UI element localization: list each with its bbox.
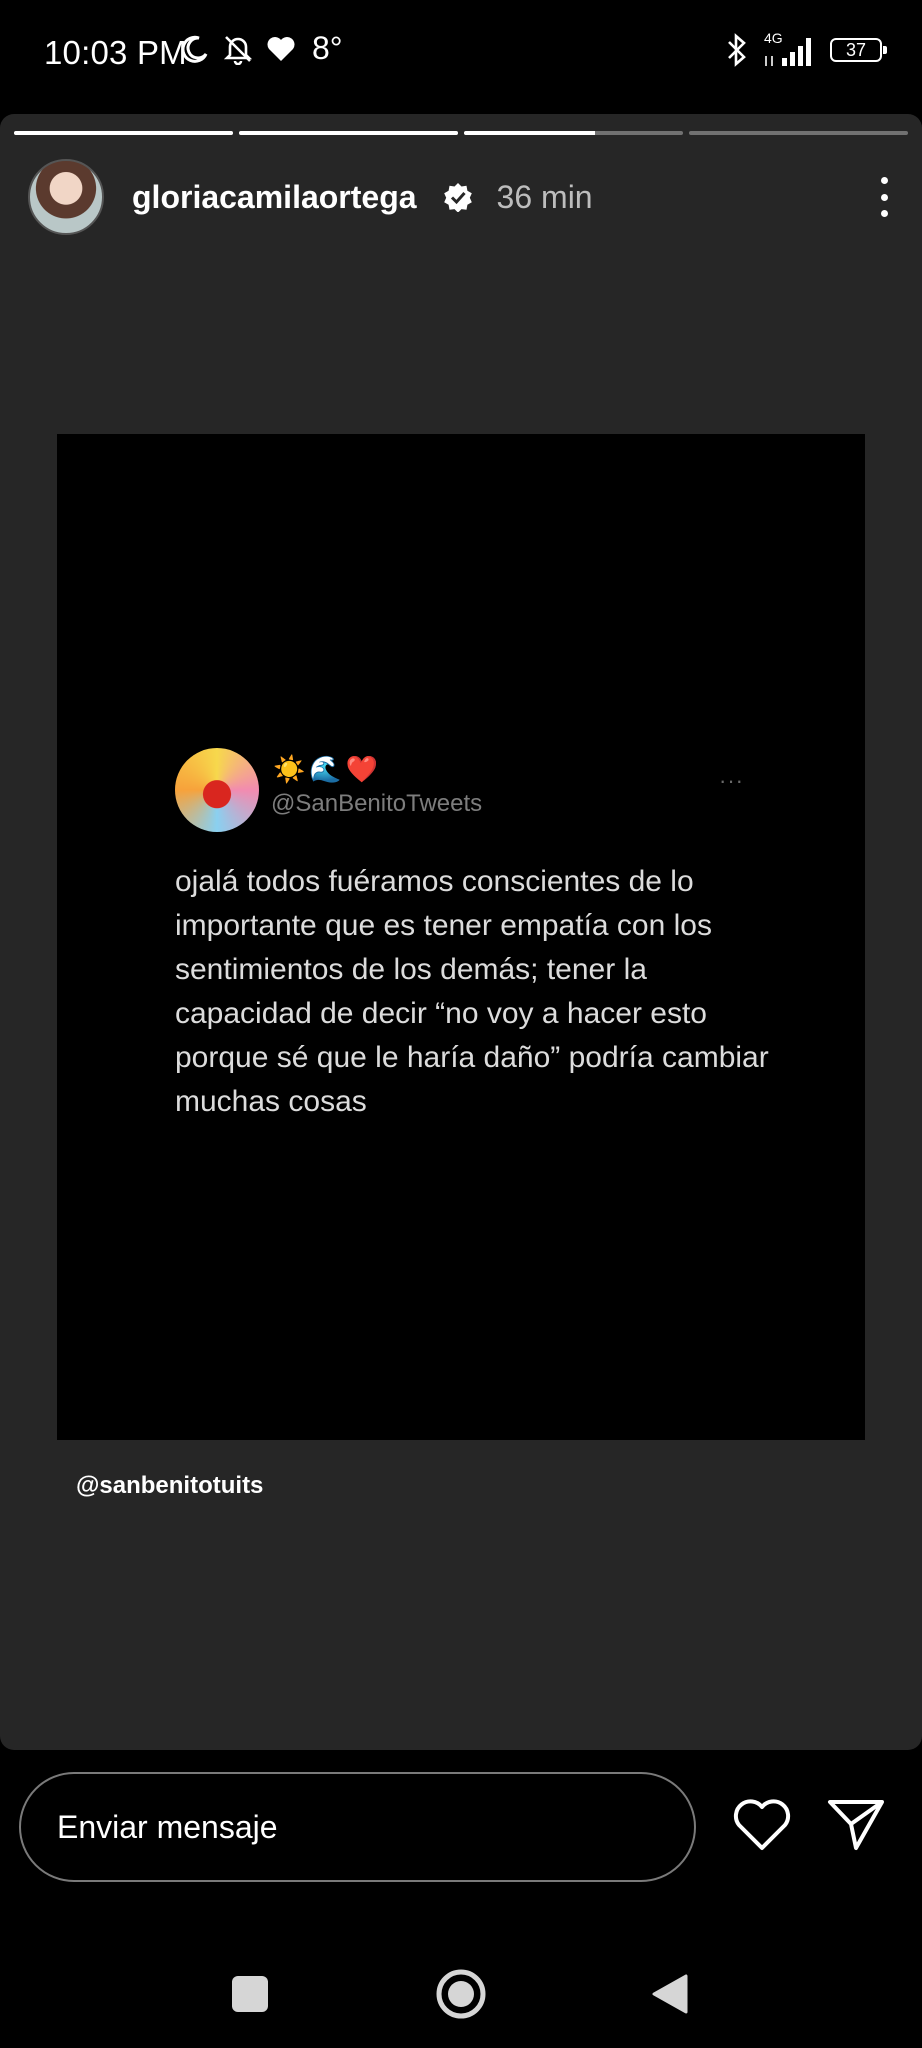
status-bar: 10:03 PM 8° 4G 37 <box>0 0 922 108</box>
send-icon[interactable] <box>826 1794 886 1854</box>
progress-segment <box>689 131 908 135</box>
wave-emoji: 🌊 <box>309 754 346 784</box>
bell-off-icon <box>223 35 253 65</box>
tweet-avatar <box>175 748 259 832</box>
verified-icon <box>443 183 472 212</box>
story-viewer[interactable]: gloriacamilaortega 36 min ☀️🌊❤️ @SanBeni… <box>0 114 922 1750</box>
heart-emoji: ❤️ <box>345 754 383 784</box>
tweet-handle: @SanBenitoTweets <box>271 790 483 817</box>
bluetooth-icon <box>728 33 746 67</box>
story-time: 36 min <box>496 178 593 215</box>
recents-icon[interactable] <box>232 1976 268 2012</box>
tweet-more: ··· <box>719 768 744 793</box>
message-placeholder: Enviar mensaje <box>57 1808 278 1845</box>
status-time: 10:03 PM <box>44 34 187 71</box>
heart-icon <box>267 36 295 61</box>
progress-fill <box>239 131 458 135</box>
more-icon[interactable] <box>874 177 894 217</box>
story-header: gloriacamilaortega 36 min <box>28 158 894 236</box>
username[interactable]: gloriacamilaortega <box>132 179 417 216</box>
tweet-text: ojalá todos fuéramos conscientes de lo i… <box>175 865 769 1118</box>
story-progress <box>14 131 908 135</box>
battery-level: 37 <box>845 39 867 60</box>
progress-fill <box>14 131 233 135</box>
home-icon[interactable] <box>435 1968 487 2020</box>
avatar[interactable] <box>28 159 104 235</box>
battery-icon: 37 <box>830 38 887 62</box>
progress-fill <box>464 131 596 135</box>
back-icon[interactable] <box>650 1972 690 2016</box>
system-nav-bar <box>0 1930 922 2048</box>
status-left-icons: 8° <box>180 30 343 67</box>
moon-icon <box>181 35 208 63</box>
status-right-icons: 4G 37 <box>724 30 887 70</box>
story-mention[interactable]: @sanbenitotuits <box>76 1472 263 1500</box>
message-input[interactable]: Enviar mensaje <box>19 1772 696 1882</box>
progress-segment <box>239 131 458 135</box>
story-image: ☀️🌊❤️ @SanBenitoTweets ··· ojalá todos f… <box>57 434 865 1440</box>
like-icon[interactable] <box>732 1796 792 1854</box>
status-temperature: 8° <box>312 30 343 66</box>
signal-icon: 4G <box>762 30 818 70</box>
progress-segment <box>14 131 233 135</box>
sun-emoji: ☀️ <box>273 754 310 784</box>
tweet-emojis: ☀️🌊❤️ <box>273 754 382 785</box>
progress-segment <box>464 131 683 135</box>
